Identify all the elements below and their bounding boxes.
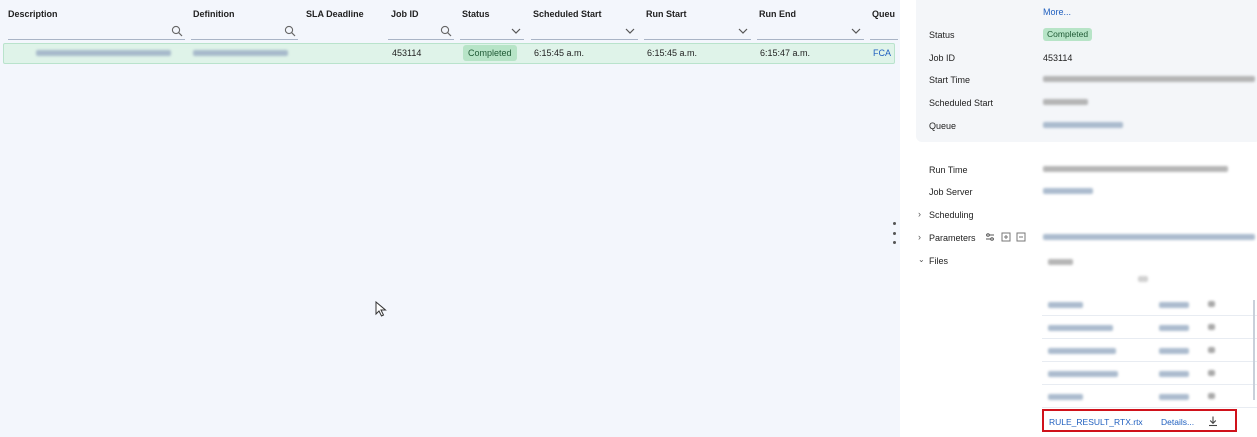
queue-cell[interactable]: FCA — [873, 48, 891, 58]
parameters-summary — [1043, 234, 1255, 240]
job-server-value — [1043, 188, 1093, 194]
chevron-right-icon[interactable]: › — [918, 232, 921, 242]
run-time-value — [1043, 166, 1228, 172]
start-time-value — [1043, 76, 1255, 82]
chevron-down-icon — [511, 28, 521, 34]
run-time-label: Run Time — [929, 165, 968, 175]
run-end-cell: 6:15:47 a.m. — [760, 48, 811, 58]
file-name-link[interactable]: RULE_RESULT_RTX.rtx — [1049, 417, 1143, 427]
files-scrollbar[interactable] — [1253, 300, 1255, 400]
column-header-description[interactable]: Description — [8, 9, 58, 19]
collapse-all-icon[interactable] — [1016, 232, 1026, 242]
job-id-label: Job ID — [929, 53, 956, 63]
list-item[interactable] — [1042, 339, 1257, 362]
chevron-right-icon[interactable]: › — [918, 209, 921, 219]
run-start-filter[interactable] — [644, 24, 751, 40]
column-header-job-id[interactable]: Job ID — [391, 9, 419, 19]
list-item[interactable] — [1042, 293, 1257, 316]
mouse-cursor-icon — [375, 301, 387, 317]
chevron-down-icon — [738, 28, 748, 34]
list-item[interactable] — [1042, 362, 1257, 385]
job-id-value: 453114 — [1043, 53, 1073, 63]
scheduled-start-filter[interactable] — [531, 24, 638, 40]
sliders-icon[interactable] — [985, 232, 995, 242]
description-cell — [36, 50, 171, 56]
details-panel: More... Status Completed Job ID 453114 S… — [900, 0, 1257, 437]
definition-filter[interactable] — [191, 24, 298, 40]
column-header-definition[interactable]: Definition — [193, 9, 235, 19]
status-badge: Completed — [463, 45, 517, 61]
scheduling-section-toggle[interactable]: Scheduling — [929, 210, 974, 220]
queue-filter[interactable] — [870, 24, 898, 40]
expand-all-icon[interactable] — [1001, 232, 1011, 242]
files-list — [1042, 293, 1257, 409]
more-link[interactable]: More... — [1043, 7, 1071, 17]
chevron-down-icon — [625, 28, 635, 34]
panel-resize-handle[interactable] — [890, 222, 898, 244]
chevron-down-icon — [851, 28, 861, 34]
column-header-run-end[interactable]: Run End — [759, 9, 796, 19]
scheduled-start-label: Scheduled Start — [929, 98, 994, 108]
parameters-section-toggle[interactable]: Parameters — [929, 233, 976, 243]
start-time-label: Start Time — [929, 75, 971, 85]
file-row-highlighted[interactable]: RULE_RESULT_RTX.rtx Details... — [1042, 409, 1237, 432]
files-section-toggle[interactable]: Files — [929, 256, 948, 266]
column-header-scheduled-start[interactable]: Scheduled Start — [533, 9, 602, 19]
files-sort-indicator — [1138, 276, 1148, 282]
column-header-run-start[interactable]: Run Start — [646, 9, 687, 19]
job-server-label: Job Server — [929, 187, 973, 197]
queue-label: Queue — [929, 121, 957, 131]
list-item[interactable] — [1042, 316, 1257, 339]
column-header-queue[interactable]: Queu — [872, 9, 895, 19]
file-details-link[interactable]: Details... — [1161, 417, 1194, 427]
download-icon[interactable] — [1207, 415, 1219, 427]
job-id-cell: 453114 — [392, 48, 422, 58]
run-end-filter[interactable] — [757, 24, 864, 40]
job-id-filter[interactable] — [388, 24, 454, 40]
search-icon — [440, 25, 452, 37]
files-column-header — [1048, 259, 1073, 265]
column-header-status[interactable]: Status — [462, 9, 490, 19]
jobs-grid: Description Definition SLA Deadline Job … — [0, 0, 900, 437]
definition-cell — [193, 50, 288, 56]
chevron-down-icon[interactable]: ⌄ — [918, 255, 925, 264]
queue-value[interactable] — [1043, 122, 1123, 128]
app-window: Description Definition SLA Deadline Job … — [0, 0, 1257, 437]
scheduled-start-value — [1043, 99, 1088, 105]
summary-card — [916, 0, 1257, 142]
search-icon — [284, 25, 296, 37]
list-item[interactable] — [1042, 385, 1257, 408]
column-header-sla-deadline[interactable]: SLA Deadline — [306, 9, 364, 19]
description-filter[interactable] — [8, 24, 185, 40]
status-filter[interactable] — [460, 24, 524, 40]
search-icon — [171, 25, 183, 37]
status-badge: Completed — [1043, 28, 1093, 41]
scheduled-start-cell: 6:15:45 a.m. — [534, 48, 585, 58]
status-label: Status — [929, 30, 955, 40]
run-start-cell: 6:15:45 a.m. — [647, 48, 698, 58]
